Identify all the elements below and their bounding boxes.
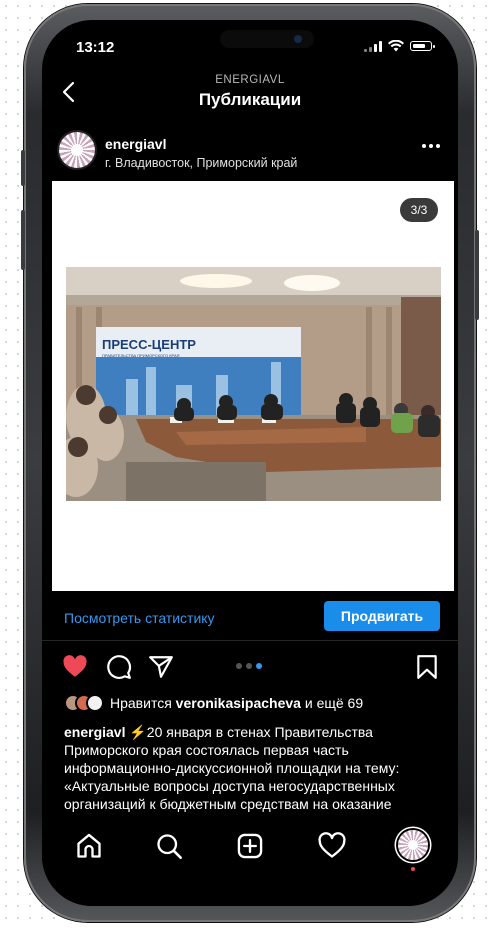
plus-square-icon[interactable] xyxy=(236,832,264,860)
heart-outline-icon[interactable] xyxy=(318,832,346,860)
search-icon[interactable] xyxy=(155,832,183,860)
more-icon[interactable] xyxy=(422,144,440,148)
likes-text: Нравится veronikasipacheva и ещё 69 xyxy=(110,695,364,711)
bookmark-icon[interactable] xyxy=(414,654,440,680)
carousel-indicator xyxy=(236,663,262,669)
heart-icon[interactable] xyxy=(62,654,88,680)
wifi-icon xyxy=(388,40,404,52)
conference-photo: ПРЕСС-ЦЕНТР ПРАВИТЕЛЬСТВА ПРИМОРСКОГО КР… xyxy=(66,267,441,501)
avatar[interactable] xyxy=(59,132,95,168)
promote-button[interactable]: Продвигать xyxy=(324,601,440,631)
signal-icon xyxy=(364,40,382,52)
status-icons xyxy=(364,40,435,52)
view-insights-link[interactable]: Посмотреть статистику xyxy=(64,610,215,626)
banner-title: ПРЕСС-ЦЕНТР xyxy=(102,337,196,352)
post-location[interactable]: г. Владивосток, Приморский край xyxy=(105,156,297,170)
profile-tab-avatar[interactable] xyxy=(398,830,428,860)
notch xyxy=(220,30,314,48)
banner-subtitle: ПРАВИТЕЛЬСТВА ПРИМОРСКОГО КРАЯ xyxy=(102,353,180,358)
phone-side-button xyxy=(21,150,25,186)
post-actions xyxy=(42,652,458,682)
page-title: Публикации xyxy=(198,90,302,109)
image-counter: 3/3 xyxy=(400,198,438,222)
phone-side-button xyxy=(475,230,479,320)
status-time: 13:12 xyxy=(76,39,115,56)
post-image[interactable]: 3/3 ПРЕСС-ЦЕНТР ПРАВИТЕЛЬСТВА ПРИМОРСКОГ… xyxy=(52,181,454,591)
notification-dot xyxy=(411,867,415,871)
comment-icon[interactable] xyxy=(106,654,132,680)
battery-icon xyxy=(410,41,435,51)
phone-side-button xyxy=(21,210,25,270)
liker-avatar xyxy=(86,694,104,712)
phone-screen: 13:12 ENERGIAVL Публикации energiavl г. … xyxy=(42,20,458,906)
caption-username[interactable]: energiavl xyxy=(64,724,125,740)
likes-user[interactable]: veronikasipacheva xyxy=(176,695,301,711)
likes-row[interactable]: Нравится veronikasipacheva и ещё 69 xyxy=(64,693,363,713)
post-caption: energiavl ⚡20 января в стенах Правительс… xyxy=(64,723,444,815)
insights-bar: Посмотреть статистику Продвигать xyxy=(42,596,458,641)
header-account: ENERGIAVL xyxy=(215,74,285,86)
camera-dot xyxy=(294,35,302,43)
post-username[interactable]: energiavl xyxy=(105,136,166,152)
home-icon[interactable] xyxy=(75,832,103,860)
bottom-tab-bar xyxy=(42,820,458,906)
send-icon[interactable] xyxy=(148,654,174,680)
